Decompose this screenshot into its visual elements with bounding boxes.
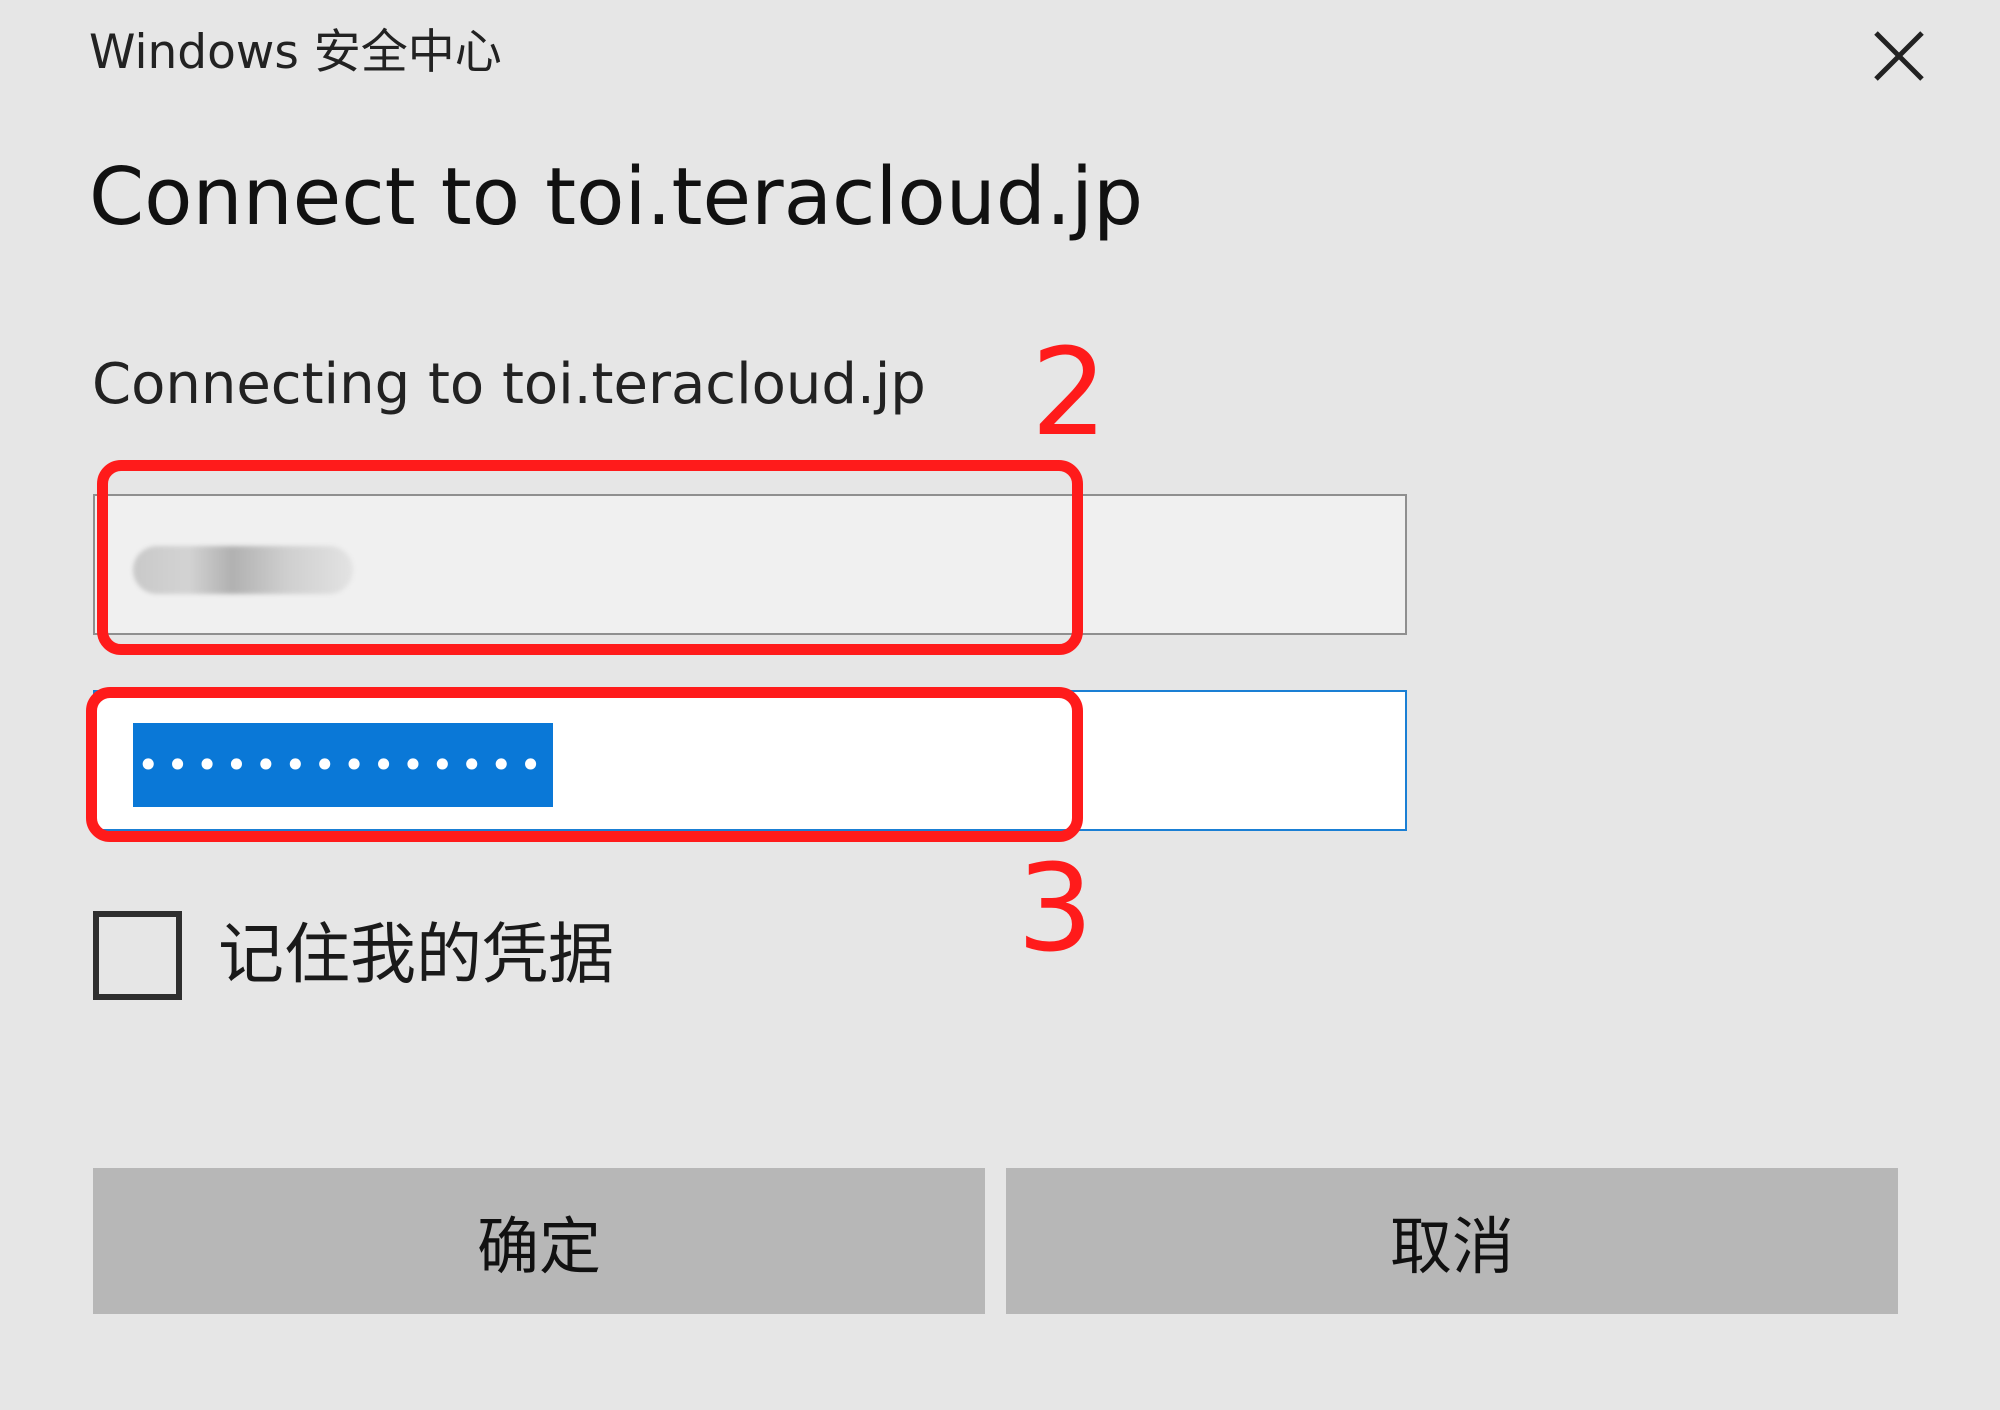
password-selection-highlight: •••••••••••••• (133, 723, 553, 807)
annotation-label-2: 2 (1031, 324, 1108, 463)
remember-credentials-label: 记住我的凭据 (218, 916, 614, 993)
ok-button[interactable]: 确定 (93, 1168, 985, 1314)
cancel-button[interactable]: 取消 (1006, 1168, 1898, 1314)
close-button[interactable] (1868, 25, 1930, 87)
remember-credentials-row[interactable]: 记住我的凭据 (93, 910, 614, 1000)
window-title: Windows 安全中心 (89, 25, 502, 80)
connection-message: Connecting to toi.teracloud.jp (92, 352, 926, 417)
dialog-heading: Connect to toi.teracloud.jp (89, 151, 1144, 243)
close-icon (1874, 31, 1924, 81)
password-field[interactable]: •••••••••••••• (93, 690, 1407, 831)
password-masked-value: •••••••••••••• (137, 743, 549, 787)
username-field[interactable] (93, 494, 1407, 635)
remember-credentials-checkbox[interactable] (93, 910, 182, 1000)
username-redacted-value (133, 546, 353, 594)
annotation-label-3: 3 (1017, 840, 1094, 979)
